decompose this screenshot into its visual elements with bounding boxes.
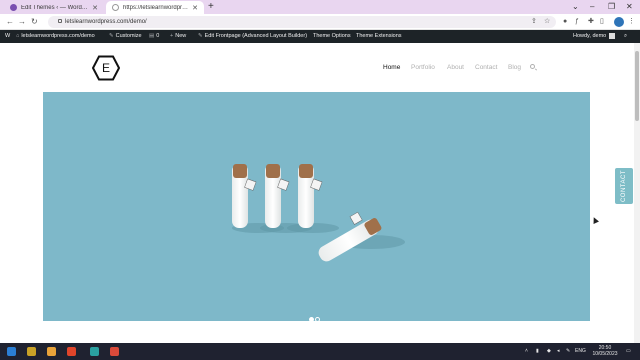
tube-lying xyxy=(318,211,382,262)
nav-portfolio[interactable]: Portfolio xyxy=(411,63,435,73)
theme-options-link[interactable]: Theme Options xyxy=(313,30,351,43)
hero-slider[interactable] xyxy=(43,92,590,321)
customize-label: Customize xyxy=(115,33,142,39)
loading-favicon-icon xyxy=(112,4,119,11)
forward-arrow-icon[interactable]: → xyxy=(18,16,26,28)
plus-icon: + xyxy=(170,33,174,39)
menu-dots-icon[interactable]: ⋮ xyxy=(628,17,635,27)
admin-search-icon[interactable]: ⌕ xyxy=(624,30,627,43)
minimize-button[interactable]: – xyxy=(590,0,594,14)
script-extension-icon[interactable]: ƒ xyxy=(575,17,579,27)
tab-demo-site[interactable]: https://letslearnwordpress.com/d ✕ xyxy=(106,1,204,14)
page-scrollbar[interactable] xyxy=(634,43,640,343)
hero-image xyxy=(232,164,405,262)
pencil-icon: ✎ xyxy=(198,33,203,39)
slide-dot-2[interactable] xyxy=(315,317,320,321)
active-app-icon[interactable] xyxy=(110,347,119,356)
bookmark-star-icon[interactable]: ☆ xyxy=(544,17,550,27)
tray-pen-icon[interactable]: ✎ xyxy=(566,343,570,360)
admin-site-label: letslearnwordpress.com/demo xyxy=(21,33,95,39)
edit-frontpage-label: Edit Frontpage (Advanced Layout Builder) xyxy=(204,33,308,39)
comments-count: 0 xyxy=(156,33,160,39)
howdy-account[interactable]: Howdy, demo xyxy=(573,30,616,43)
tray-app-icon[interactable]: ◆ xyxy=(547,343,551,360)
site-search-icon[interactable] xyxy=(530,64,535,69)
share-icon[interactable]: ⇪ xyxy=(531,17,537,27)
slide-dot-1[interactable] xyxy=(309,317,314,321)
brush-icon: ✎ xyxy=(109,33,114,39)
wordpress-favicon-icon xyxy=(10,4,17,11)
mouse-cursor-icon xyxy=(591,216,599,224)
wordpress-logo-icon[interactable]: W xyxy=(5,30,10,43)
taskbar: ˄ ▮ ◆ ◂ ✎ ENG 20:50 10/05/2023 ▭ xyxy=(0,343,640,360)
avatar xyxy=(609,32,616,39)
new-label: New xyxy=(175,33,187,39)
wp-admin-bar: W ⌂ letslearnwordpress.com/demo ✎ Customiz… xyxy=(0,30,640,43)
start-windows-icon[interactable] xyxy=(7,347,16,356)
tab-edit-themes[interactable]: Edit Themes ‹ — WordPress ✕ xyxy=(4,1,104,14)
new-content-link[interactable]: + New xyxy=(170,30,186,43)
brave-browser-icon[interactable] xyxy=(67,347,76,356)
tray-speaker-icon[interactable]: ◂ xyxy=(557,343,560,360)
edit-frontpage-link[interactable]: ✎ Edit Frontpage (Advanced Layout Builder… xyxy=(198,30,307,43)
logo-letter: E xyxy=(101,61,110,75)
close-tab-icon[interactable]: ✕ xyxy=(88,4,98,12)
tube-3 xyxy=(298,164,323,228)
browser-tab-strip: Edit Themes ‹ — WordPress ✕ https://lets… xyxy=(0,0,640,14)
lock-icon xyxy=(58,19,62,23)
back-arrow-icon[interactable]: ← xyxy=(6,16,14,28)
address-bar[interactable]: letslearnwordpress.com/demo/ xyxy=(48,16,556,28)
reload-icon[interactable]: ↻ xyxy=(31,16,38,28)
tube-1 xyxy=(232,164,257,228)
comment-icon: ▤ xyxy=(149,33,155,39)
scrollbar-thumb[interactable] xyxy=(635,51,639,121)
browser-toolbar: ← → ↻ letslearnwordpress.com/demo/ ⇪ ☆ ●… xyxy=(0,14,640,30)
tab-title: https://letslearnwordpress.com/d xyxy=(123,4,189,11)
notifications-icon[interactable]: ▭ xyxy=(626,343,631,360)
edge-browser-icon[interactable] xyxy=(90,347,99,356)
admin-site-link[interactable]: ⌂ letslearnwordpress.com/demo xyxy=(16,30,95,43)
close-tab-icon[interactable]: ✕ xyxy=(188,4,198,12)
howdy-label: Howdy, demo xyxy=(573,33,607,39)
tray-battery-icon[interactable]: ▮ xyxy=(536,343,539,360)
tube-2 xyxy=(265,164,290,228)
nav-blog[interactable]: Blog xyxy=(508,63,521,73)
nav-home[interactable]: Home xyxy=(383,63,400,73)
extension-icon[interactable]: ● xyxy=(563,17,567,27)
site-logo[interactable]: E xyxy=(92,55,120,81)
tab-search-icon[interactable]: ⌄ xyxy=(572,0,579,14)
home-icon: ⌂ xyxy=(16,33,20,39)
restore-button[interactable]: ❐ xyxy=(608,0,615,14)
file-explorer-icon[interactable] xyxy=(47,347,56,356)
new-tab-button[interactable]: + xyxy=(208,1,214,13)
tab-title: Edit Themes ‹ — WordPress xyxy=(21,4,88,11)
clock-date: 10/05/2023 xyxy=(592,351,618,357)
customize-link[interactable]: ✎ Customize xyxy=(109,30,142,43)
nav-about[interactable]: About xyxy=(447,63,464,73)
contact-side-tab[interactable]: CONTACT xyxy=(615,168,633,204)
nav-contact[interactable]: Contact xyxy=(475,63,497,73)
puzzle-extensions-icon[interactable]: ✚ xyxy=(588,17,594,27)
theme-extensions-link[interactable]: Theme Extensions xyxy=(356,30,402,43)
app-icon[interactable] xyxy=(27,347,36,356)
close-window-button[interactable]: ✕ xyxy=(626,0,633,14)
comments-link[interactable]: ▤ 0 xyxy=(149,30,159,43)
address-text: letslearnwordpress.com/demo/ xyxy=(65,19,147,25)
language-indicator[interactable]: ENG xyxy=(575,343,586,360)
tray-chevron-icon[interactable]: ˄ xyxy=(525,343,528,360)
system-clock[interactable]: 20:50 10/05/2023 xyxy=(590,345,620,357)
slider-pagination xyxy=(309,309,321,321)
side-panel-icon[interactable]: ▯ xyxy=(600,17,604,27)
profile-avatar[interactable] xyxy=(614,17,624,27)
contact-tab-label: CONTACT xyxy=(621,169,627,203)
